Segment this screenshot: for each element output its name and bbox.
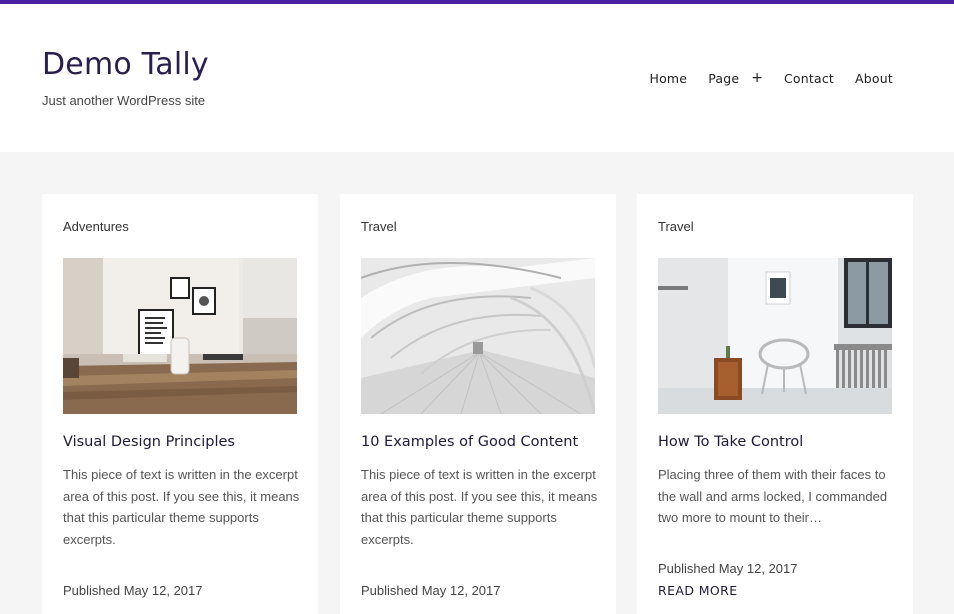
post-thumbnail-white-room[interactable] — [658, 258, 892, 414]
nav-item-home[interactable]: Home — [649, 71, 687, 86]
nav-item-contact[interactable]: Contact — [784, 71, 834, 86]
post-card: Travel 10 Examples of Good Content This … — [340, 194, 616, 614]
post-title[interactable]: How To Take Control — [658, 434, 803, 450]
main-navigation: Home Page + Contact About — [628, 70, 893, 86]
post-title[interactable]: Visual Design Principles — [63, 434, 235, 450]
post-excerpt: This piece of text is written in the exc… — [361, 467, 598, 547]
post-category[interactable]: Adventures — [63, 219, 129, 234]
post-category[interactable]: Travel — [658, 219, 694, 234]
post-card: Adventures Visual Design Principles This… — [42, 194, 318, 614]
submenu-expand-icon[interactable]: + — [751, 70, 763, 86]
post-thumbnail-dining-room[interactable] — [63, 258, 297, 414]
site-header: Demo Tally Just another WordPress site H… — [0, 4, 954, 152]
nav-item-page[interactable]: Page — [708, 71, 739, 86]
post-published-date: Published May 12, 2017 — [361, 583, 501, 598]
post-published-date: Published May 12, 2017 — [63, 583, 203, 598]
post-published-date: Published May 12, 2017 — [658, 561, 798, 576]
site-title[interactable]: Demo Tally — [42, 50, 209, 80]
post-card: Travel How To Take Control Placing three… — [637, 194, 913, 614]
nav-item-about[interactable]: About — [855, 71, 893, 86]
post-excerpt: This piece of text is written in the exc… — [63, 467, 300, 547]
post-category[interactable]: Travel — [361, 219, 397, 234]
post-excerpt: Placing three of them with their faces t… — [658, 467, 888, 525]
read-more-link[interactable]: READ MORE — [658, 583, 738, 598]
post-title[interactable]: 10 Examples of Good Content — [361, 434, 578, 450]
site-description: Just another WordPress site — [42, 93, 206, 108]
post-thumbnail-white-corridor[interactable] — [361, 258, 595, 414]
